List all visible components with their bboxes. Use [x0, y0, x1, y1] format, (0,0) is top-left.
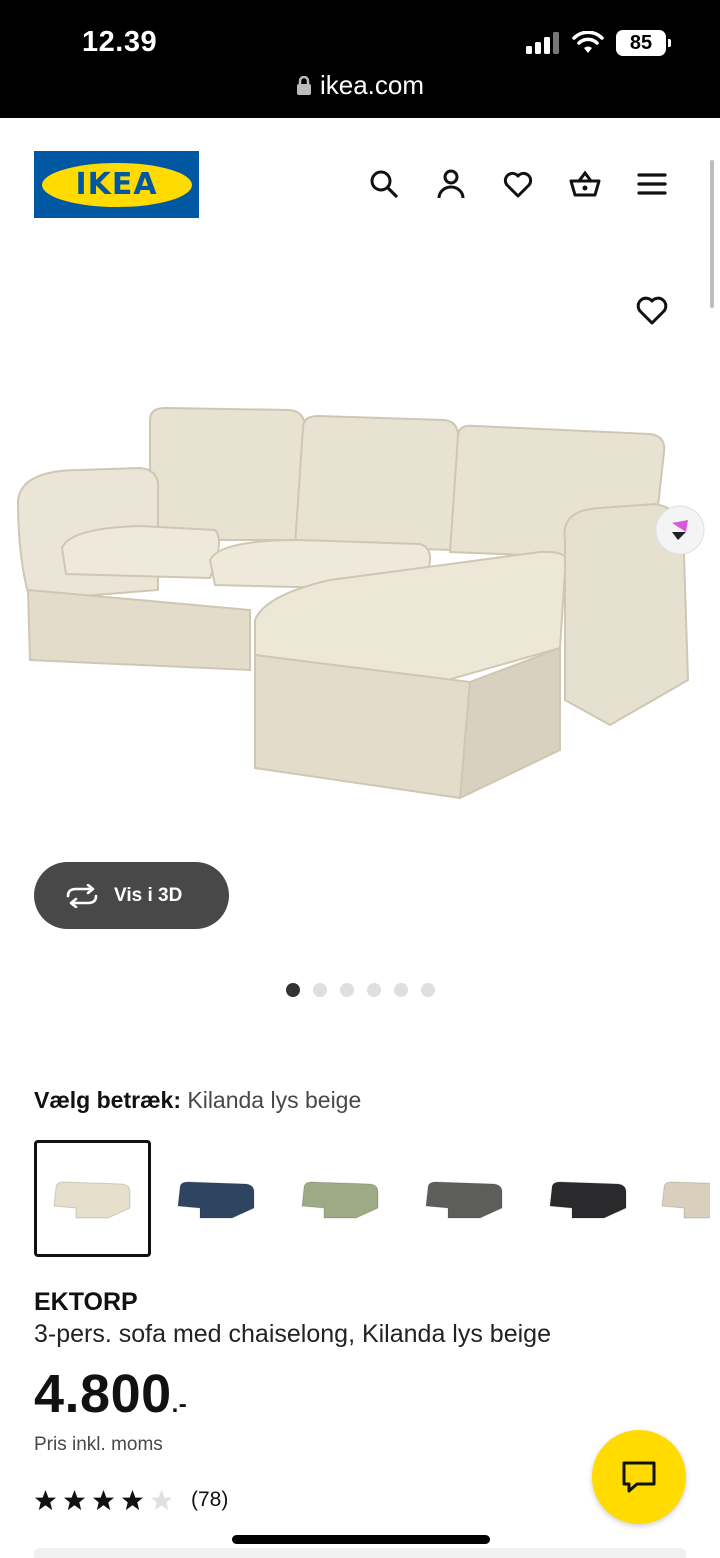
star-icon: [150, 1489, 173, 1510]
sofa-thumbnail: [52, 1180, 130, 1218]
sofa-thumbnail: [300, 1180, 378, 1218]
sofa-thumbnail: [548, 1180, 626, 1218]
search-icon[interactable]: [368, 168, 400, 200]
pagination-dot[interactable]: [286, 983, 300, 997]
basket-icon[interactable]: [569, 168, 601, 200]
sofa-thumbnail: [661, 1180, 710, 1218]
ikea-logo[interactable]: IKEA: [34, 151, 199, 218]
image-pagination: [286, 983, 435, 997]
account-icon[interactable]: [435, 168, 467, 200]
logo-text: IKEA: [41, 162, 192, 207]
pagination-dot[interactable]: [340, 983, 354, 997]
pagination-dot[interactable]: [394, 983, 408, 997]
status-time: 12.39: [82, 26, 158, 58]
variant-selected-value: Kilanda lys beige: [187, 1087, 362, 1113]
chat-button[interactable]: [592, 1430, 686, 1524]
status-icons: 85: [526, 30, 671, 56]
product-rating[interactable]: (78): [34, 1488, 228, 1512]
chat-icon: [622, 1461, 656, 1493]
variant-swatch[interactable]: [282, 1140, 399, 1257]
variant-swatch[interactable]: [654, 1140, 710, 1257]
next-section-edge: [34, 1548, 686, 1558]
lock-icon: [296, 75, 311, 95]
pagination-dot[interactable]: [367, 983, 381, 997]
variant-swatches: [34, 1140, 710, 1257]
menu-icon[interactable]: [636, 168, 668, 200]
home-indicator: [232, 1535, 490, 1544]
site-header: IKEA: [0, 118, 720, 248]
star-icon: [34, 1489, 57, 1510]
product-price: 4.800.-: [34, 1363, 187, 1425]
review-count: (78): [191, 1488, 229, 1511]
page-scrollbar[interactable]: [710, 160, 714, 308]
variant-selector-label: Vælg betræk: Kilanda lys beige: [34, 1087, 361, 1114]
price-suffix: .-: [171, 1391, 188, 1418]
status-bar: 12.39 85 ikea.com: [0, 0, 720, 118]
cellular-signal-icon: [526, 32, 559, 54]
product-name: EKTORP: [34, 1288, 138, 1316]
variant-swatch[interactable]: [34, 1140, 151, 1257]
heart-icon[interactable]: [502, 168, 534, 200]
view-in-3d-label: Vis i 3D: [114, 884, 183, 906]
star-icon: [63, 1489, 86, 1510]
product-description: 3-pers. sofa med chaiselong, Kilanda lys…: [34, 1320, 551, 1348]
header-nav: [368, 168, 668, 200]
sofa-thumbnail: [424, 1180, 502, 1218]
address-bar[interactable]: ikea.com: [0, 70, 720, 101]
star-icon: [121, 1489, 144, 1510]
url-text: ikea.com: [319, 70, 425, 100]
add-to-favourites-icon[interactable]: [634, 292, 670, 328]
wifi-icon: [572, 31, 604, 53]
variant-label: Vælg betræk:: [34, 1087, 181, 1113]
price-value: 4.800: [34, 1364, 172, 1424]
variant-swatch[interactable]: [406, 1140, 523, 1257]
sofa-thumbnail: [176, 1180, 254, 1218]
variant-swatch[interactable]: [530, 1140, 647, 1257]
pagination-dot[interactable]: [421, 983, 435, 997]
battery-indicator: 85: [616, 30, 671, 56]
pagination-dot[interactable]: [313, 983, 327, 997]
variant-swatch[interactable]: [158, 1140, 275, 1257]
rotate-3d-icon: [66, 883, 98, 908]
star-icon: [92, 1489, 115, 1510]
product-image-sofa[interactable]: [0, 380, 720, 830]
view-in-3d-button[interactable]: Vis i 3D: [34, 862, 229, 929]
vat-note: Pris inkl. moms: [34, 1434, 163, 1455]
